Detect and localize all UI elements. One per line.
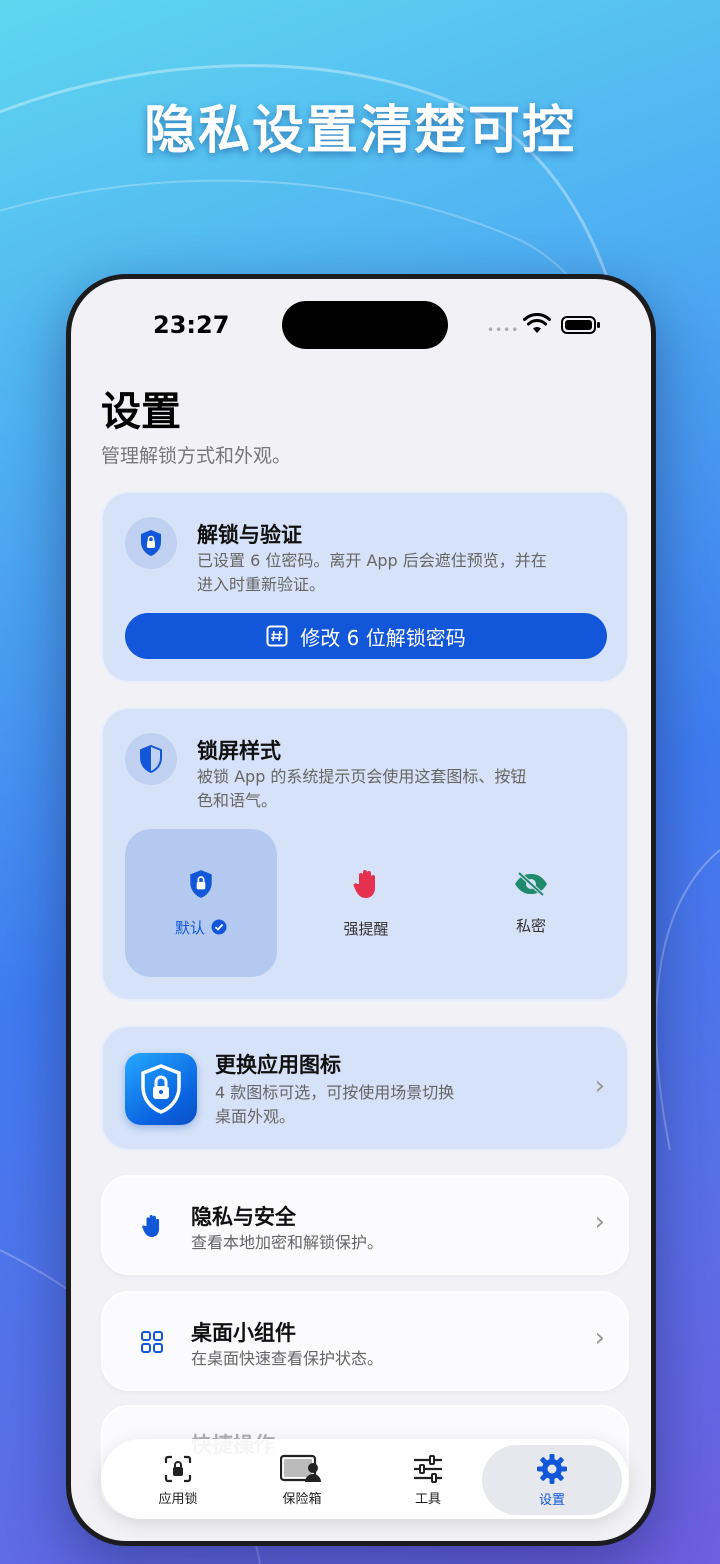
tab-label: 设置: [538, 1492, 565, 1508]
change-app-icon-title: 更换应用图标: [215, 1053, 341, 1077]
signal-dots-icon: ••••: [487, 323, 520, 337]
tab-label: 工具: [414, 1491, 441, 1507]
change-passcode-label: 修改 6 位解锁密码: [300, 625, 466, 650]
app-lock-icon: [164, 1455, 192, 1482]
unlock-card-desc-line2: 进入时重新验证。: [197, 575, 326, 594]
phone-screen: 23:27 •••• 设置 管理解锁方式和外观。 解锁与验证 已设置 6 位密码…: [71, 279, 651, 1541]
change-app-icon-desc-line1: 4 款图标可选，可按使用场景切换: [215, 1083, 455, 1102]
eye-slash-icon: [515, 871, 547, 896]
dynamic-island: [282, 301, 448, 349]
tab-tools[interactable]: 工具: [362, 1440, 494, 1520]
unlock-card: 解锁与验证 已设置 6 位密码。离开 App 后会遮住预览，并在 进入时重新验证…: [101, 491, 629, 683]
grid-icon: [137, 1327, 167, 1357]
lock-style-desc-line2: 色和语气。: [197, 791, 278, 810]
sliders-icon: [414, 1454, 442, 1483]
chevron-right-icon: ›: [594, 1207, 605, 1237]
desktop-widget-desc: 在桌面快速查看保护状态。: [191, 1349, 384, 1368]
shield-lock-icon: [190, 869, 212, 898]
promo-title: 隐私设置清楚可控: [143, 101, 576, 161]
tab-label: 应用锁: [158, 1491, 198, 1507]
style-option-private[interactable]: 私密: [455, 829, 607, 977]
style-option-label: 私密: [515, 916, 546, 935]
status-bar: 23:27 ••••: [71, 279, 651, 359]
privacy-security-desc: 查看本地加密和解锁保护。: [191, 1233, 384, 1252]
chevron-right-icon: ›: [594, 1323, 605, 1353]
app-icon-preview: [125, 1053, 197, 1125]
hand-icon: [137, 1211, 167, 1241]
change-passcode-button[interactable]: 修改 6 位解锁密码: [125, 613, 607, 659]
privacy-security-title: 隐私与安全: [191, 1205, 296, 1229]
change-app-icon-desc-line2: 桌面外观。: [215, 1107, 296, 1126]
page-subtitle: 管理解锁方式和外观。: [101, 445, 292, 467]
desktop-widget-row[interactable]: 桌面小组件 在桌面快速查看保护状态。 ›: [101, 1291, 629, 1391]
vault-icon: [280, 1454, 321, 1482]
gear-icon: [537, 1453, 567, 1484]
privacy-security-row[interactable]: 隐私与安全 查看本地加密和解锁保护。 ›: [101, 1175, 629, 1275]
hand-icon: [353, 869, 375, 898]
unlock-card-title: 解锁与验证: [197, 523, 302, 547]
phone-frame: 23:27 •••• 设置 管理解锁方式和外观。 解锁与验证 已设置 6 位密码…: [66, 274, 656, 1546]
tab-vault[interactable]: 保险箱: [236, 1440, 368, 1520]
page-title: 设置: [101, 389, 181, 435]
style-option-label: 默认: [174, 918, 205, 937]
tab-app-lock[interactable]: 应用锁: [112, 1440, 244, 1520]
status-time: 23:27: [153, 311, 230, 339]
battery-icon: [561, 316, 600, 334]
shield-lock-icon: [125, 517, 177, 569]
style-option-default[interactable]: 默认: [125, 829, 277, 977]
change-app-icon-card[interactable]: 更换应用图标 4 款图标可选，可按使用场景切换 桌面外观。 ›: [101, 1025, 629, 1151]
style-option-alert[interactable]: 强提醒: [290, 829, 442, 977]
tab-bar: 应用锁 保险箱 工具 设置: [101, 1439, 629, 1519]
style-option-label: 强提醒: [343, 919, 389, 938]
half-shield-icon: [125, 733, 177, 785]
hash-icon: [266, 625, 288, 647]
chevron-right-icon: ›: [594, 1071, 605, 1101]
wifi-icon: [523, 313, 551, 333]
unlock-card-desc-line1: 已设置 6 位密码。离开 App 后会遮住预览，并在: [197, 551, 547, 570]
tab-settings[interactable]: 设置: [482, 1445, 622, 1515]
checkmark-icon: [211, 919, 227, 935]
desktop-widget-title: 桌面小组件: [191, 1321, 296, 1345]
lock-style-title: 锁屏样式: [197, 739, 281, 763]
lock-style-card: 锁屏样式 被锁 App 的系统提示页会使用这套图标、按钮 色和语气。 默认 强提…: [101, 707, 629, 1001]
shield-lock-icon: [141, 1064, 181, 1114]
lock-style-desc-line1: 被锁 App 的系统提示页会使用这套图标、按钮: [197, 767, 527, 786]
tab-label: 保险箱: [282, 1491, 322, 1507]
